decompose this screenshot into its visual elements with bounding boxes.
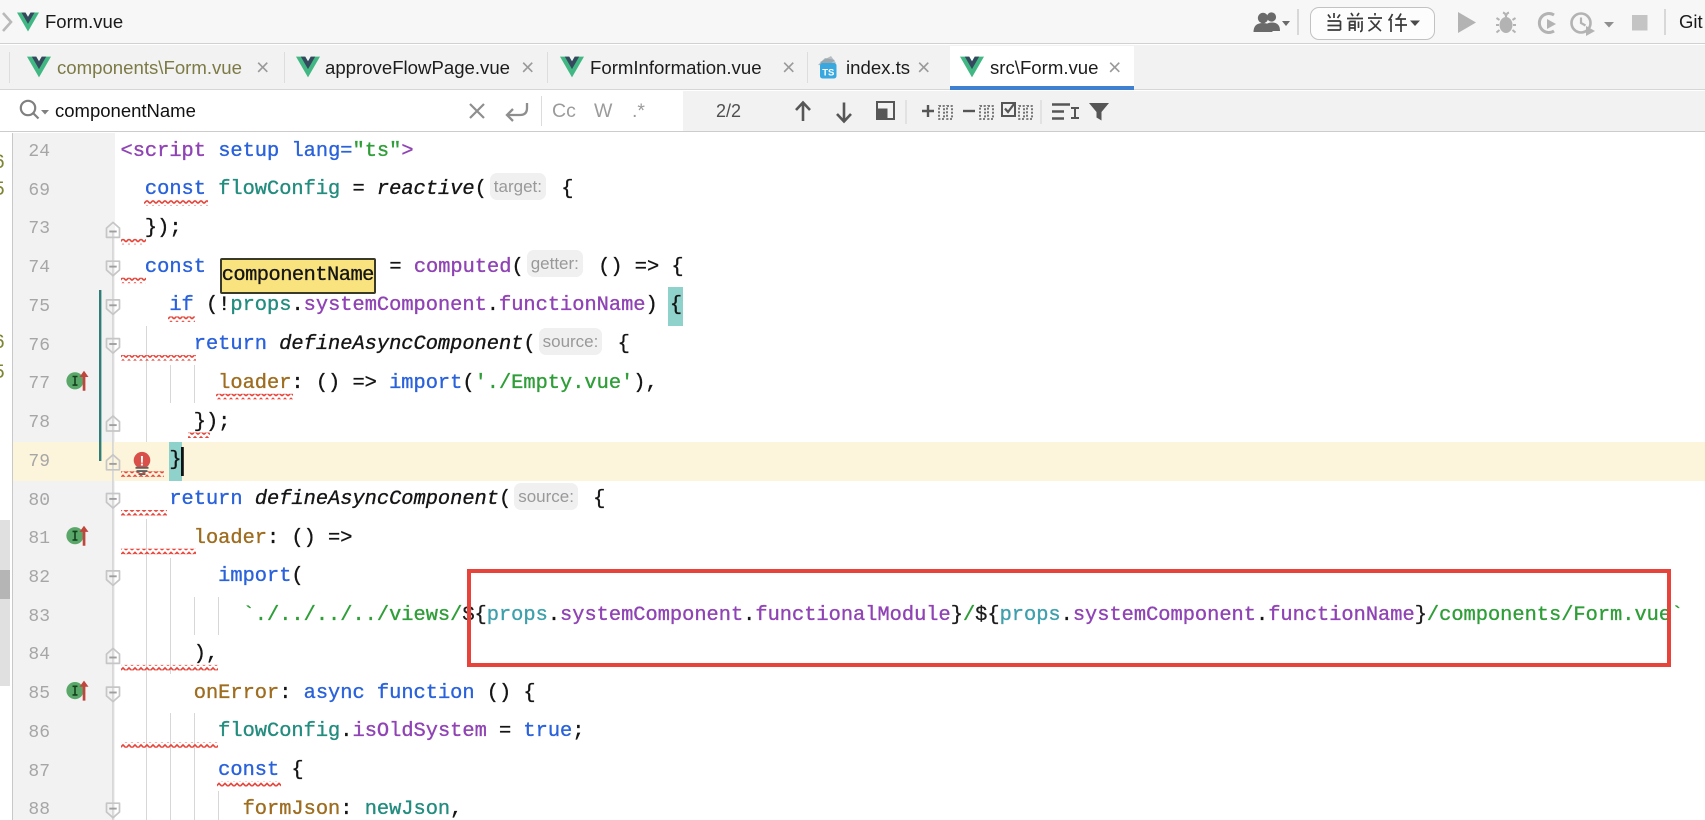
svg-text:!: ! bbox=[140, 453, 145, 469]
svg-text:TS: TS bbox=[822, 68, 834, 79]
